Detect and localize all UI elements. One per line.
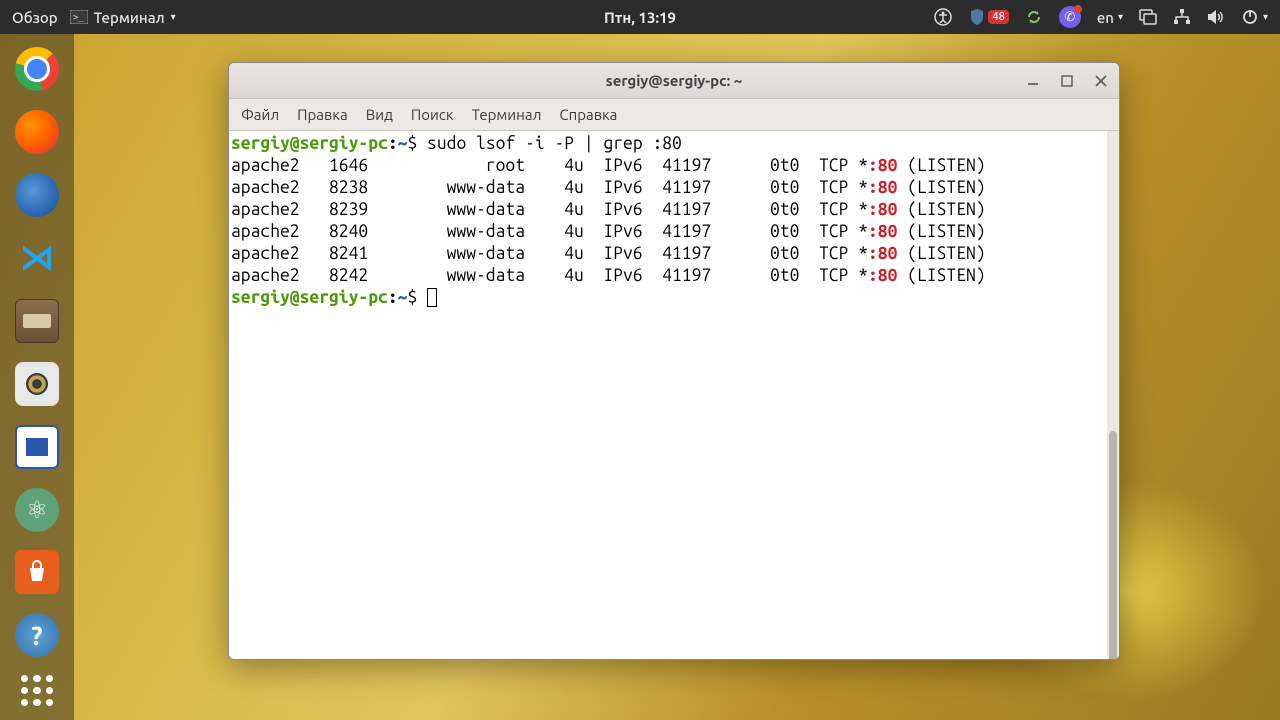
update-indicator[interactable]: 48 xyxy=(968,8,1008,26)
dock-writer[interactable] xyxy=(13,423,61,470)
show-applications-button[interactable] xyxy=(21,675,53,706)
chevron-down-icon: ▾ xyxy=(1118,11,1123,23)
menu-view[interactable]: Вид xyxy=(366,106,393,123)
terminal-menubar: Файл Правка Вид Поиск Терминал Справка xyxy=(229,99,1119,131)
bag-icon xyxy=(15,550,59,594)
firefox-icon xyxy=(15,110,59,154)
app-menu-label: Терминал xyxy=(94,9,165,26)
scrollbar[interactable] xyxy=(1107,131,1119,659)
close-button[interactable] xyxy=(1091,71,1111,91)
menu-help[interactable]: Справка xyxy=(559,106,617,123)
thunderbird-icon xyxy=(15,173,59,217)
dock-firefox[interactable] xyxy=(13,109,61,156)
dock-help[interactable]: ? xyxy=(13,612,61,659)
input-language-label: en xyxy=(1097,9,1114,26)
terminal-icon: >_ xyxy=(70,8,88,26)
vscode-icon: ⋊ xyxy=(15,236,59,280)
dock-software[interactable] xyxy=(13,549,61,596)
menu-terminal[interactable]: Терминал xyxy=(472,106,542,123)
dock-chromium[interactable] xyxy=(13,46,61,93)
dock-rhythmbox[interactable] xyxy=(13,360,61,407)
dock-files[interactable] xyxy=(13,298,61,345)
accessibility-icon[interactable] xyxy=(934,8,952,26)
shield-icon xyxy=(968,8,986,26)
menu-search[interactable]: Поиск xyxy=(411,106,454,123)
screen-icon[interactable] xyxy=(1139,8,1157,26)
files-icon xyxy=(15,299,59,343)
scrollbar-thumb[interactable] xyxy=(1109,431,1117,660)
viber-icon[interactable]: ✆ xyxy=(1059,6,1081,28)
help-icon: ? xyxy=(15,613,59,657)
dock-atom[interactable]: ⚛ xyxy=(13,486,61,533)
minimize-button[interactable] xyxy=(1023,71,1043,91)
chevron-down-icon: ▾ xyxy=(1263,11,1268,23)
svg-text:>_: >_ xyxy=(73,13,84,23)
dock-thunderbird[interactable] xyxy=(13,172,61,219)
input-language[interactable]: en ▾ xyxy=(1097,9,1123,26)
terminal-output[interactable]: sergiy@sergiy-pc:~$ sudo lsof -i -P | gr… xyxy=(229,131,1119,659)
network-icon[interactable] xyxy=(1173,8,1191,26)
chromium-icon xyxy=(15,47,59,91)
activities-button[interactable]: Обзор xyxy=(12,9,58,26)
atom-icon: ⚛ xyxy=(15,488,59,532)
terminal-window: sergiy@sergiy-pc: ~ Файл Правка Вид Поис… xyxy=(228,62,1120,660)
menu-file[interactable]: Файл xyxy=(241,106,279,123)
top-panel: Обзор >_ Терминал ▾ Птн, 13:19 48 ✆ en ▾ xyxy=(0,0,1280,34)
sync-icon[interactable] xyxy=(1025,8,1043,26)
maximize-button[interactable] xyxy=(1057,71,1077,91)
power-menu[interactable]: ▾ xyxy=(1241,8,1268,26)
document-icon xyxy=(15,425,59,469)
volume-icon[interactable] xyxy=(1207,8,1225,26)
window-titlebar[interactable]: sergiy@sergiy-pc: ~ xyxy=(229,63,1119,99)
update-badge: 48 xyxy=(988,10,1008,24)
chevron-down-icon: ▾ xyxy=(171,11,176,23)
speaker-icon xyxy=(15,362,59,406)
app-menu[interactable]: >_ Терминал ▾ xyxy=(70,8,176,26)
dock: ⋊ ⚛ ? xyxy=(0,34,74,720)
window-title: sergiy@sergiy-pc: ~ xyxy=(606,72,743,89)
menu-edit[interactable]: Правка xyxy=(297,106,348,123)
power-icon xyxy=(1241,8,1259,26)
clock[interactable]: Птн, 13:19 xyxy=(604,9,676,26)
dock-vscode[interactable]: ⋊ xyxy=(13,235,61,282)
